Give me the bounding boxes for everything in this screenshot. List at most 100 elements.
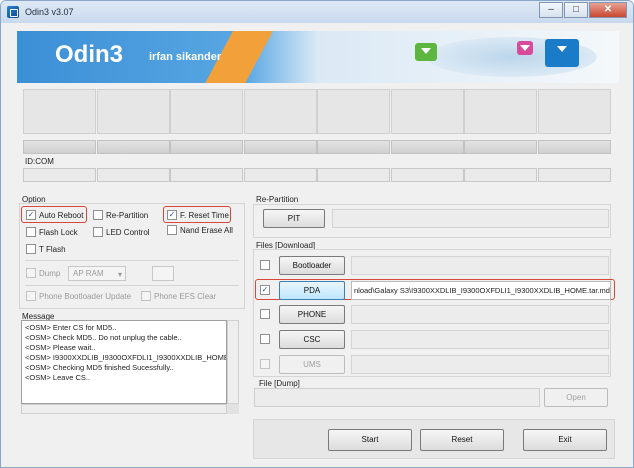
progress-bar <box>537 140 611 154</box>
csc-button[interactable]: CSC <box>279 330 345 349</box>
id-com-label: ID:COM <box>25 157 54 166</box>
ums-path-field <box>351 355 609 374</box>
bootloader-button[interactable]: Bootloader <box>279 256 345 275</box>
nand-erase-all-label: Nand Erase All <box>180 225 233 235</box>
checkbox-box <box>260 309 270 319</box>
progress-bar <box>96 140 170 154</box>
ums-checkbox[interactable] <box>260 359 273 369</box>
progress-bar <box>243 140 317 154</box>
pit-button[interactable]: PIT <box>263 209 325 228</box>
ums-button[interactable]: UMS <box>279 355 345 374</box>
repartition-group-label: Re-Partition <box>256 195 299 204</box>
download-icon <box>415 43 437 61</box>
com-port-cell <box>390 168 464 182</box>
checkbox-box <box>260 334 270 344</box>
flash-lock-checkbox[interactable]: Flash Lock <box>26 227 78 237</box>
com-port-cell <box>170 168 243 182</box>
re-partition-checkbox[interactable]: Re-Partition <box>93 210 148 220</box>
phone-checkbox[interactable] <box>260 309 273 319</box>
log-line: <OSM> Enter CS for MD5.. <box>25 323 117 332</box>
dump-checkbox[interactable]: Dump <box>26 268 60 278</box>
auto-reboot-label: Auto Reboot <box>39 210 84 220</box>
checkbox-box <box>167 225 177 235</box>
progress-bar <box>23 140 96 154</box>
download-icon <box>545 39 579 67</box>
minimize-button[interactable]: – <box>539 2 563 18</box>
device-slot <box>96 89 170 134</box>
csc-checkbox[interactable] <box>260 334 273 344</box>
led-control-label: LED Control <box>106 227 150 237</box>
maximize-button[interactable]: □ <box>564 2 588 18</box>
chevron-down-icon: ▾ <box>117 270 122 279</box>
start-button[interactable]: Start <box>328 429 412 451</box>
id-com-row <box>23 168 611 182</box>
log-line: <OSM> Check MD5.. Do not unplug the cabl… <box>25 333 182 342</box>
odin-banner: Odin3 irfan sikander <box>17 31 619 83</box>
window-title: Odin3 v3.07 <box>25 7 74 17</box>
message-vertical-scrollbar[interactable] <box>227 320 239 404</box>
message-horizontal-scrollbar[interactable] <box>21 404 227 414</box>
progress-bar <box>464 140 537 154</box>
progress-bars <box>23 140 611 154</box>
device-slots <box>23 89 611 134</box>
banner-subtitle: irfan sikander <box>149 51 222 63</box>
phone-bootloader-update-label: Phone Bootloader Update <box>39 291 132 301</box>
com-port-cell <box>317 168 390 182</box>
log-line: <OSM> Leave CS.. <box>25 373 91 382</box>
com-port-cell <box>23 168 96 182</box>
com-port-cell <box>464 168 537 182</box>
banner-logo: Odin3 <box>55 41 124 68</box>
device-slot <box>464 89 537 134</box>
f-reset-time-checkbox[interactable]: ✓ F. Reset Time <box>167 210 229 220</box>
transfer-icon <box>517 41 533 55</box>
phone-bootloader-update-checkbox[interactable]: Phone Bootloader Update <box>26 291 131 301</box>
nand-erase-all-checkbox[interactable]: Nand Erase All <box>167 225 233 235</box>
log-line: <OSM> I9300XXDLIB_I9300OXFDLI1_I9300XXDL… <box>25 353 227 362</box>
checkbox-box <box>26 291 36 301</box>
phone-efs-clear-checkbox[interactable]: Phone EFS Clear <box>141 291 216 301</box>
log-line: <OSM> Checking MD5 finished Sucessfully.… <box>25 363 174 372</box>
dump-target-value: AP RAM <box>73 269 104 278</box>
pda-checkbox[interactable]: ✓ <box>260 285 273 295</box>
progress-bar <box>170 140 243 154</box>
exit-button[interactable]: Exit <box>523 429 607 451</box>
option-separator <box>25 285 239 286</box>
checkbox-box: ✓ <box>26 210 36 220</box>
device-slot <box>23 89 96 134</box>
checkbox-box <box>26 244 36 254</box>
message-log[interactable]: <OSM> Enter CS for MD5.. <OSM> Check MD5… <box>21 320 227 404</box>
pit-path-field <box>332 209 609 228</box>
odin-app-icon <box>7 6 19 18</box>
csc-path-field <box>351 330 609 349</box>
pda-button[interactable]: PDA <box>279 281 345 300</box>
reset-button[interactable]: Reset <box>420 429 504 451</box>
device-slot <box>390 89 464 134</box>
led-control-checkbox[interactable]: LED Control <box>93 227 150 237</box>
close-button[interactable]: ✕ <box>589 2 627 18</box>
dump-group-label: File [Dump] <box>259 379 300 388</box>
com-port-cell <box>537 168 611 182</box>
bootloader-checkbox[interactable] <box>260 260 273 270</box>
checkbox-box <box>260 260 270 270</box>
t-flash-checkbox[interactable]: T Flash <box>26 244 66 254</box>
checkbox-box <box>141 291 151 301</box>
checkbox-box: ✓ <box>167 210 177 220</box>
window-controls: – □ ✕ <box>538 2 627 18</box>
odin-window: Odin3 v3.07 – □ ✕ Odin3 irfan sikander I… <box>0 0 634 468</box>
device-slot <box>243 89 317 134</box>
device-slot <box>170 89 243 134</box>
dump-number-field[interactable] <box>152 266 174 281</box>
open-button[interactable]: Open <box>544 388 608 407</box>
phone-path-field <box>351 305 609 324</box>
dump-target-select[interactable]: AP RAM ▾ <box>68 266 126 281</box>
dump-label: Dump <box>39 268 61 278</box>
title-bar[interactable]: Odin3 v3.07 – □ ✕ <box>1 1 633 23</box>
phone-efs-clear-label: Phone EFS Clear <box>154 291 217 301</box>
bootloader-path-field <box>351 256 609 275</box>
auto-reboot-checkbox[interactable]: ✓ Auto Reboot <box>26 210 83 220</box>
log-line: <OSM> Please wait.. <box>25 343 96 352</box>
flash-lock-label: Flash Lock <box>39 227 78 237</box>
checkbox-box <box>93 210 103 220</box>
phone-button[interactable]: PHONE <box>279 305 345 324</box>
com-port-cell <box>96 168 170 182</box>
